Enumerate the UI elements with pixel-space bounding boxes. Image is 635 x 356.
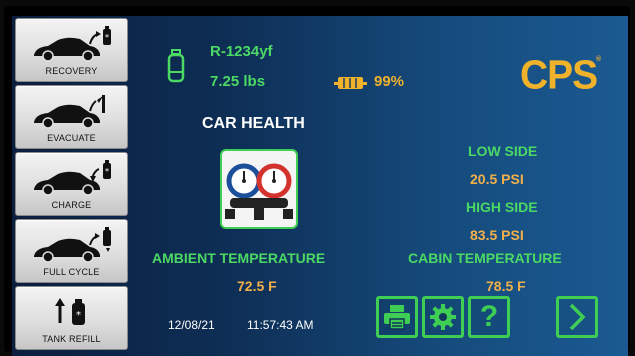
sidebar-item-charge[interactable]: * CHARGE — [15, 152, 128, 216]
cabin-temp-label: CABIN TEMPERATURE — [408, 250, 562, 266]
car-evacuate-icon — [34, 95, 105, 129]
sidebar-item-label: RECOVERY — [45, 66, 98, 76]
manifold-gauge-icon — [225, 163, 293, 220]
main-screen: * RECOVERY EVACUATE * CHARGE FULL CYCLE … — [12, 16, 628, 356]
car-full-cycle-icon — [34, 227, 111, 263]
print-icon — [384, 305, 410, 330]
refrigerant-type: R-1234yf — [210, 43, 273, 60]
registered-mark: ® — [596, 56, 602, 63]
device-bezel: * RECOVERY EVACUATE * CHARGE FULL CYCLE … — [4, 6, 630, 356]
status-date: 12/08/21 — [168, 318, 215, 332]
car-health-button[interactable] — [220, 149, 298, 229]
battery-percent: 99% — [374, 73, 405, 90]
print-button[interactable] — [376, 296, 418, 338]
tank-refill-icon: * — [55, 298, 85, 325]
car-recovery-icon: * — [34, 26, 111, 62]
tank-icon — [167, 49, 185, 83]
sidebar-item-label: TANK REFILL — [42, 334, 101, 344]
tank-weight: 7.25 lbs — [210, 73, 266, 90]
chevron-right-icon — [569, 303, 586, 331]
settings-button[interactable] — [422, 296, 464, 338]
sidebar-item-full-cycle[interactable]: FULL CYCLE — [15, 219, 128, 283]
brand-logo: CPS — [520, 52, 598, 99]
sidebar-item-label: CHARGE — [51, 200, 92, 210]
low-side-value: 20.5 PSI — [470, 171, 524, 187]
low-side-label: LOW SIDE — [468, 143, 538, 159]
sidebar-item-evacuate[interactable]: EVACUATE — [15, 85, 128, 149]
sidebar-item-label: EVACUATE — [47, 133, 96, 143]
gear-icon — [430, 304, 456, 330]
next-button[interactable] — [556, 296, 598, 338]
sidebar: * RECOVERY EVACUATE * CHARGE FULL CYCLE … — [12, 16, 130, 356]
ambient-temp-label: AMBIENT TEMPERATURE — [152, 250, 326, 266]
high-side-value: 83.5 PSI — [470, 227, 524, 243]
svg-text:*: * — [105, 167, 109, 176]
cabin-temp-value: 78.5 F — [486, 278, 526, 294]
svg-text:*: * — [105, 33, 109, 42]
car-charge-icon: * — [34, 160, 111, 196]
status-time: 11:57:43 AM — [247, 318, 314, 332]
sidebar-item-label: FULL CYCLE — [43, 267, 100, 277]
ambient-temp-value: 72.5 F — [237, 278, 277, 294]
battery-icon — [334, 77, 367, 89]
help-icon: ? — [479, 300, 499, 333]
help-button[interactable]: ? — [468, 296, 510, 338]
car-health-title: CAR HEALTH — [202, 115, 305, 132]
sidebar-item-tank-refill[interactable]: * TANK REFILL — [15, 286, 128, 350]
sidebar-item-recovery[interactable]: * RECOVERY — [15, 18, 128, 82]
svg-text:*: * — [76, 310, 81, 321]
high-side-label: HIGH SIDE — [466, 199, 538, 215]
